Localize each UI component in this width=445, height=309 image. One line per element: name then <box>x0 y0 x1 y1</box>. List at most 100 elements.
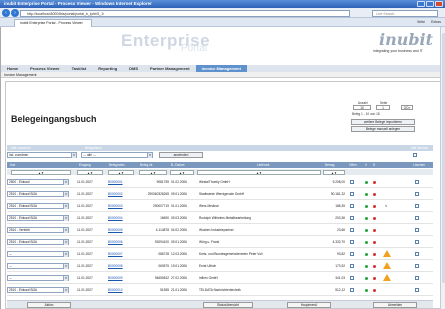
open-checkbox[interactable] <box>350 180 354 184</box>
open-checkbox[interactable] <box>350 216 354 220</box>
sort-datum-button[interactable]: ▲▼ <box>170 169 194 175</box>
nav-process-viewer[interactable]: Process Viewer <box>24 65 66 72</box>
sort-kat-button[interactable]: ▲▼ <box>11 169 71 175</box>
cell-belegindex[interactable]: B0000003 <box>108 200 138 212</box>
category-select[interactable]: 2510 - Einkauf BGA ▾ <box>7 239 69 245</box>
delete-checkbox[interactable] <box>415 252 419 256</box>
forward-icon[interactable]: › <box>11 9 19 17</box>
open-checkbox[interactable] <box>350 240 354 244</box>
browser-tab[interactable]: inubit Enterprise Portal - Process Viewe… <box>14 19 92 27</box>
delete-all-checkbox[interactable] <box>413 153 417 157</box>
pager-seite-input[interactable]: 1 <box>376 105 390 110</box>
open-checkbox[interactable] <box>350 276 354 280</box>
apply-filter-button[interactable]: anwenden <box>159 152 203 158</box>
delete-checkbox[interactable] <box>415 276 419 280</box>
delete-checkbox[interactable] <box>415 180 419 184</box>
sort-lieferant-button[interactable]: ▲▼ <box>197 169 321 175</box>
nav-tasklist[interactable]: Tasklist <box>66 65 93 72</box>
cell-beleg-nr: 290007719 <box>153 204 169 208</box>
category-select[interactable]: 2510 - Einkauf BGA ▾ <box>7 203 69 209</box>
open-checkbox[interactable] <box>350 252 354 256</box>
category-select[interactable]: 2500 - Einkauf ▾ <box>7 179 69 185</box>
col-lieferant[interactable]: Lieferant <box>257 162 269 168</box>
cell-belegindex[interactable]: B0000010 <box>108 284 138 296</box>
open-checkbox[interactable] <box>350 204 354 208</box>
col-v[interactable]: V <box>365 162 367 168</box>
nav-invoice-management[interactable]: Invoice Management <box>195 65 247 72</box>
cell-b-datum: 09.01.2006 <box>171 192 187 196</box>
sort-eingang-button[interactable]: ▲▼ <box>77 169 103 175</box>
open-checkbox[interactable] <box>350 192 354 196</box>
search-input[interactable]: Live Search <box>372 9 438 17</box>
col-b-datum[interactable]: B.-Datum <box>171 162 184 168</box>
main-menu-button[interactable]: Hauptmenü <box>287 302 331 308</box>
pager-go-button[interactable]: GO> <box>401 105 413 110</box>
open-checkbox[interactable] <box>350 288 354 292</box>
chevron-down-icon: ▾ <box>63 276 68 281</box>
delete-checkbox[interactable] <box>415 288 419 292</box>
pager-anzahl-input[interactable]: 10 <box>353 105 371 110</box>
delete-checkbox[interactable] <box>415 216 419 220</box>
col-d[interactable]: D <box>373 162 375 168</box>
category-select[interactable]: --- ▾ <box>7 251 69 257</box>
delete-checkbox[interactable] <box>415 228 419 232</box>
delete-checkbox[interactable] <box>415 204 419 208</box>
cell-belegindex[interactable]: B0000006 <box>108 236 138 248</box>
cell-belegindex[interactable]: B0000008 <box>108 260 138 272</box>
nav-home[interactable]: Home <box>1 65 24 72</box>
logout-button[interactable]: Abmelden <box>373 302 417 308</box>
nav-dms[interactable]: DMS <box>123 65 144 72</box>
col-betrag[interactable]: Betrag <box>325 162 334 168</box>
close-button[interactable] <box>435 1 443 7</box>
nav-reporting[interactable]: Reporting <box>92 65 123 72</box>
col-beleg-nr[interactable]: Beleg-Nr. <box>140 162 153 168</box>
cell-betrag: 93,82 <box>337 252 345 256</box>
manual-entry-button[interactable]: Belege manuell anlegen <box>351 126 415 132</box>
col-belegindex[interactable]: Belegindex <box>109 162 125 168</box>
cell-eingang: 11.01.2007 <box>77 180 93 184</box>
cell-belegindex[interactable]: B0000002 <box>108 188 138 200</box>
delete-checkbox[interactable] <box>415 192 419 196</box>
cell-belegindex[interactable]: B0000001 <box>108 176 138 188</box>
sort-betrag-button[interactable]: ▲▼ <box>323 169 345 175</box>
zuordnen-select[interactable]: ind. zuordnen ▾ <box>7 152 77 158</box>
maximize-button[interactable] <box>426 1 434 7</box>
col-offen[interactable]: Offen <box>349 162 357 168</box>
address-bar: ‹ › http://localhost:8000/ibis/portal/po… <box>0 8 445 18</box>
minimize-button[interactable] <box>417 1 425 7</box>
back-icon[interactable]: ‹ <box>2 9 10 17</box>
cell-belegindex[interactable]: B0000009 <box>108 272 138 284</box>
open-checkbox[interactable] <box>350 264 354 268</box>
category-select[interactable]: --- ▾ <box>7 263 69 269</box>
sort-index-button[interactable]: ▲▼ <box>108 169 134 175</box>
category-select[interactable]: 2510 - Vertrieb ▾ <box>7 227 69 233</box>
open-checkbox[interactable] <box>350 228 354 232</box>
action-button[interactable]: Aktion <box>27 302 71 308</box>
status-select[interactable]: --- alle --- ▾ <box>81 152 153 158</box>
category-select[interactable]: --- ▾ <box>7 275 69 281</box>
import-button[interactable]: weitere Belege importieren <box>351 119 415 125</box>
tool-seite[interactable]: Seite <box>417 19 425 26</box>
cell-belegindex[interactable]: B0000005 <box>108 224 138 236</box>
category-select[interactable]: 2510 - Einkauf BGA ▾ <box>7 215 69 221</box>
sort-nr-button[interactable]: ▲▼ <box>139 169 167 175</box>
chevron-down-icon: ▾ <box>63 228 68 233</box>
cell-belegindex[interactable]: B0000007 <box>108 248 138 260</box>
category-select[interactable]: 2510 - Einkauf BGA ▾ <box>7 191 69 197</box>
nav-partner-management[interactable]: Partner Management <box>144 65 196 72</box>
cell-belegindex[interactable]: B0000004 <box>108 212 138 224</box>
tool-extras[interactable]: Extras <box>431 19 441 26</box>
scrollbar[interactable] <box>440 27 445 309</box>
delete-checkbox[interactable] <box>415 240 419 244</box>
col-loeschen[interactable]: Löschen <box>413 162 425 168</box>
url-input[interactable]: http://localhost:8000/ibis/portal/portal… <box>20 9 350 17</box>
col-kat[interactable]: Kat. <box>10 162 16 168</box>
edit-icon[interactable]: ✎ <box>385 200 388 212</box>
scrollbar-thumb[interactable] <box>441 33 445 283</box>
window-titlebar: inubit Enterprise Portal - Process Viewe… <box>0 0 445 8</box>
delete-checkbox[interactable] <box>415 264 419 268</box>
status-overview-button[interactable]: Statusübersicht <box>203 302 253 308</box>
page-title: Belegeingangsbuch <box>11 114 97 124</box>
col-eingang[interactable]: Eingang <box>79 162 91 168</box>
category-select[interactable]: 2510 - Einkauf BGA ▾ <box>7 287 69 293</box>
